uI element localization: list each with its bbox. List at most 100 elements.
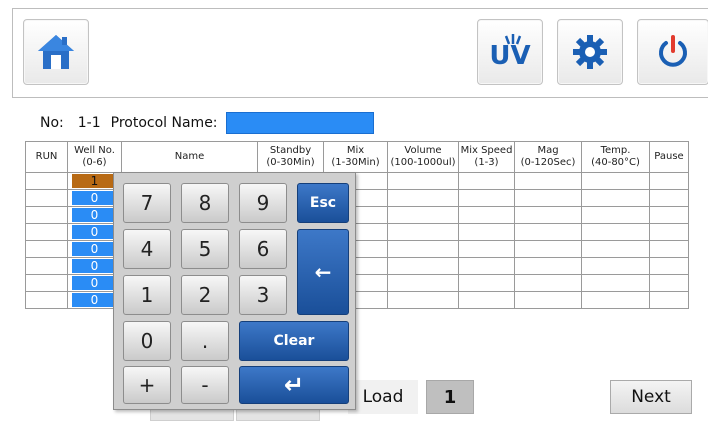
key-5[interactable]: 5 (181, 229, 229, 269)
next-button[interactable]: Next (610, 380, 692, 414)
well-no-field[interactable]: 0 (72, 259, 117, 273)
header-run: RUN (25, 141, 68, 173)
cell-vol[interactable] (387, 223, 459, 241)
load-button[interactable]: Load (348, 380, 418, 414)
cell-run[interactable] (25, 189, 68, 207)
header-well-no: Well No. (0-6) (67, 141, 122, 173)
key-1[interactable]: 1 (123, 275, 171, 315)
cell-temp[interactable] (581, 172, 650, 190)
cell-temp[interactable] (581, 274, 650, 292)
cell-temp[interactable] (581, 240, 650, 258)
enter-key[interactable]: ↵ (239, 366, 349, 404)
power-button[interactable] (637, 19, 708, 85)
protocol-no-label: No: (40, 115, 64, 131)
cell-vol[interactable] (387, 240, 459, 258)
cell-speed[interactable] (458, 223, 515, 241)
protocol-no-value: 1-1 (77, 115, 101, 131)
header-standby: Standby (0-30Min) (257, 141, 324, 173)
key-9[interactable]: 9 (239, 183, 287, 223)
key-2[interactable]: 2 (181, 275, 229, 315)
cell-speed[interactable] (458, 206, 515, 224)
header-mag: Mag (0-120Sec) (514, 141, 582, 173)
key-7[interactable]: 7 (123, 183, 171, 223)
cell-vol[interactable] (387, 274, 459, 292)
cell-speed[interactable] (458, 172, 515, 190)
cell-mag[interactable] (514, 291, 582, 309)
cell-speed[interactable] (458, 257, 515, 275)
cell-run[interactable] (25, 223, 68, 241)
cell-mag[interactable] (514, 189, 582, 207)
well-no-field[interactable]: 1 (72, 174, 117, 188)
cell-temp[interactable] (581, 206, 650, 224)
cell-temp[interactable] (581, 257, 650, 275)
cell-temp[interactable] (581, 291, 650, 309)
header-mix-speed: Mix Speed (1-3) (458, 141, 515, 173)
cell-pause[interactable] (649, 240, 689, 258)
cell-speed[interactable] (458, 240, 515, 258)
cell-mag[interactable] (514, 206, 582, 224)
numeric-keypad: 7 8 9 Esc 4 5 6 ← 1 2 3 0 . Clear + - ↵ (113, 172, 356, 410)
key-4[interactable]: 4 (123, 229, 171, 269)
header-name: Name (121, 141, 258, 173)
uv-label: UV (489, 41, 531, 71)
key-6[interactable]: 6 (239, 229, 287, 269)
cell-run[interactable] (25, 274, 68, 292)
table-header-row: RUN Well No. (0-6) Name Standby (0-30Min) … (25, 141, 689, 173)
cell-run[interactable] (25, 172, 68, 190)
protocol-name-label: Protocol Name: (110, 115, 218, 131)
cell-mag[interactable] (514, 257, 582, 275)
cell-pause[interactable] (649, 274, 689, 292)
esc-key[interactable]: Esc (297, 183, 349, 223)
key-8[interactable]: 8 (181, 183, 229, 223)
key-plus[interactable]: + (123, 366, 171, 404)
settings-button[interactable] (557, 19, 623, 85)
well-no-field[interactable]: 0 (72, 293, 117, 307)
cell-pause[interactable] (649, 206, 689, 224)
key-3[interactable]: 3 (239, 275, 287, 315)
cell-run[interactable] (25, 291, 68, 309)
cell-temp[interactable] (581, 189, 650, 207)
header-volume: Volume (100-1000ul) (387, 141, 459, 173)
cell-vol[interactable] (387, 189, 459, 207)
cell-run[interactable] (25, 206, 68, 224)
header-pause: Pause (649, 141, 689, 173)
cell-mag[interactable] (514, 223, 582, 241)
cell-pause[interactable] (649, 223, 689, 241)
cell-pause[interactable] (649, 257, 689, 275)
header-mix: Mix (1-30Min) (323, 141, 388, 173)
well-no-field[interactable]: 0 (72, 191, 117, 205)
backspace-key[interactable]: ← (297, 229, 349, 315)
cell-run[interactable] (25, 240, 68, 258)
protocol-row: No: 1-1 Protocol Name: (40, 112, 374, 134)
gear-icon (573, 35, 607, 69)
cell-speed[interactable] (458, 274, 515, 292)
power-icon (659, 35, 687, 67)
key-dot[interactable]: . (181, 321, 229, 361)
cell-mag[interactable] (514, 172, 582, 190)
cell-temp[interactable] (581, 223, 650, 241)
cell-mag[interactable] (514, 274, 582, 292)
cell-vol[interactable] (387, 206, 459, 224)
cell-vol[interactable] (387, 257, 459, 275)
clear-key[interactable]: Clear (239, 321, 349, 361)
cell-mag[interactable] (514, 240, 582, 258)
well-no-field[interactable]: 0 (72, 225, 117, 239)
header-temp: Temp. (40-80°C) (581, 141, 650, 173)
well-no-field[interactable]: 0 (72, 242, 117, 256)
cell-vol[interactable] (387, 291, 459, 309)
uv-button[interactable]: UV (477, 19, 543, 85)
well-no-field[interactable]: 0 (72, 276, 117, 290)
cell-vol[interactable] (387, 172, 459, 190)
cell-run[interactable] (25, 257, 68, 275)
key-minus[interactable]: - (181, 366, 229, 404)
well-no-field[interactable]: 0 (72, 208, 117, 222)
cell-speed[interactable] (458, 189, 515, 207)
key-0[interactable]: 0 (123, 321, 171, 361)
cell-speed[interactable] (458, 291, 515, 309)
cell-pause[interactable] (649, 291, 689, 309)
home-button[interactable] (23, 19, 89, 85)
protocol-name-input[interactable] (225, 112, 374, 134)
cell-pause[interactable] (649, 172, 689, 190)
page-number: 1 (426, 380, 474, 414)
cell-pause[interactable] (649, 189, 689, 207)
